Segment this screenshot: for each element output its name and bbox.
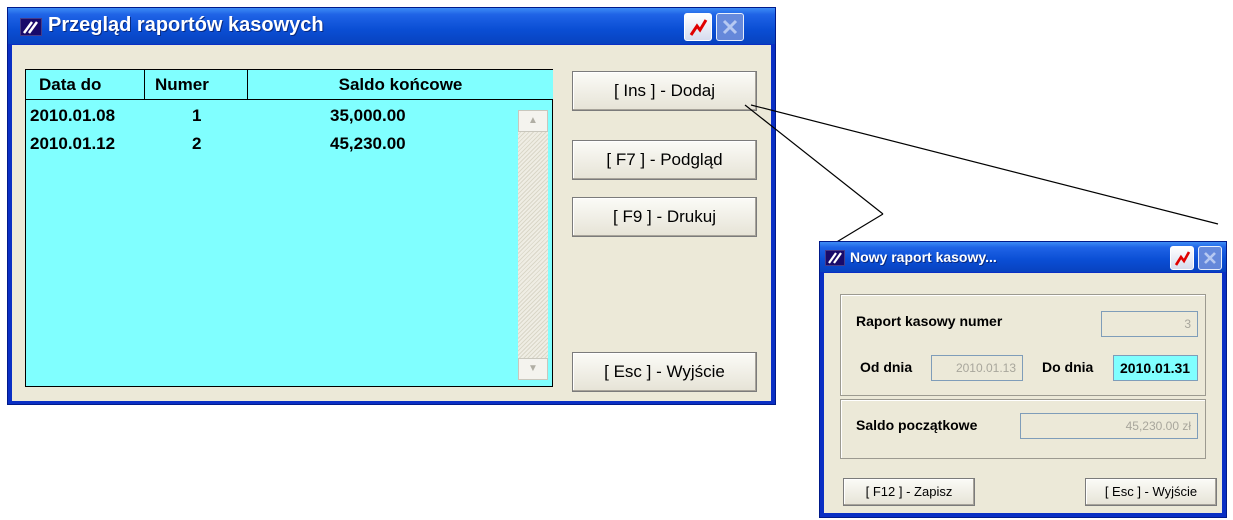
dialog-exit-button[interactable]: [ Esc ] - Wyjście: [1085, 478, 1217, 506]
dialog-app-icon: [825, 250, 845, 266]
close-icon: [1204, 252, 1216, 264]
dialog-minimize-button[interactable]: [1170, 246, 1194, 270]
print-button[interactable]: [ F9 ] - Drukuj: [572, 197, 757, 237]
cell-balance: 35,000.00: [330, 106, 406, 125]
cell-date: 2010.01.12: [30, 134, 116, 153]
column-header-balance[interactable]: Saldo końcowe: [248, 70, 553, 100]
add-button[interactable]: [ Ins ] - Dodaj: [572, 71, 757, 111]
reports-table[interactable]: Data do Numer Saldo końcowe 2010.01.08 1…: [25, 69, 553, 387]
report-number-field: 3: [1101, 311, 1198, 337]
close-button[interactable]: [716, 13, 744, 41]
app-logo-icon: [22, 21, 39, 34]
scroll-down-icon[interactable]: ▼: [518, 358, 548, 380]
main-window: Przegląd raportów kasowych Data do Numer…: [7, 7, 776, 405]
table-row[interactable]: 2010.01.08 1 35,000.00: [26, 103, 516, 129]
cell-number: 1: [192, 106, 202, 125]
dialog-close-button[interactable]: [1198, 246, 1222, 270]
main-window-title: Przegląd raportów kasowych: [48, 14, 324, 36]
column-header-date[interactable]: Data do: [26, 70, 145, 100]
to-date-input[interactable]: 2010.01.31: [1113, 355, 1198, 381]
app-icon: [20, 18, 42, 36]
from-date-label: Od dnia: [860, 359, 913, 375]
save-button[interactable]: [ F12 ] - Zapisz: [843, 478, 975, 506]
cell-date: 2010.01.08: [30, 106, 116, 125]
dialog-client-area: Raport kasowy numer 3 Od dnia 2010.01.13…: [824, 273, 1222, 513]
main-titlebar[interactable]: Przegląd raportów kasowych: [8, 8, 775, 44]
app-logo-icon: [828, 252, 842, 264]
exit-button[interactable]: [ Esc ] - Wyjście: [572, 352, 757, 392]
to-date-label: Do dnia: [1042, 359, 1094, 375]
chart-icon: [689, 19, 708, 36]
opening-balance-label: Saldo początkowe: [856, 417, 978, 433]
preview-button[interactable]: [ F7 ] - Podgląd: [572, 140, 757, 180]
close-icon: [722, 19, 738, 35]
minimize-button[interactable]: [684, 13, 712, 41]
main-client-area: Data do Numer Saldo końcowe 2010.01.08 1…: [12, 45, 771, 401]
table-row[interactable]: 2010.01.12 2 45,230.00: [26, 131, 516, 157]
vertical-scrollbar[interactable]: ▲ ▼: [518, 110, 548, 380]
column-header-number[interactable]: Numer: [145, 70, 248, 100]
cell-number: 2: [192, 134, 202, 153]
chart-icon: [1174, 251, 1191, 266]
cell-balance: 45,230.00: [330, 134, 406, 153]
opening-balance-field: 45,230.00 zł: [1020, 413, 1198, 439]
dialog-title: Nowy raport kasowy...: [850, 249, 997, 265]
from-date-field: 2010.01.13: [931, 355, 1023, 381]
dialog-titlebar[interactable]: Nowy raport kasowy...: [820, 242, 1226, 272]
report-number-label: Raport kasowy numer: [856, 313, 1003, 329]
new-report-dialog: Nowy raport kasowy... Raport kasowy nume…: [819, 241, 1227, 518]
scroll-up-icon[interactable]: ▲: [518, 110, 548, 132]
